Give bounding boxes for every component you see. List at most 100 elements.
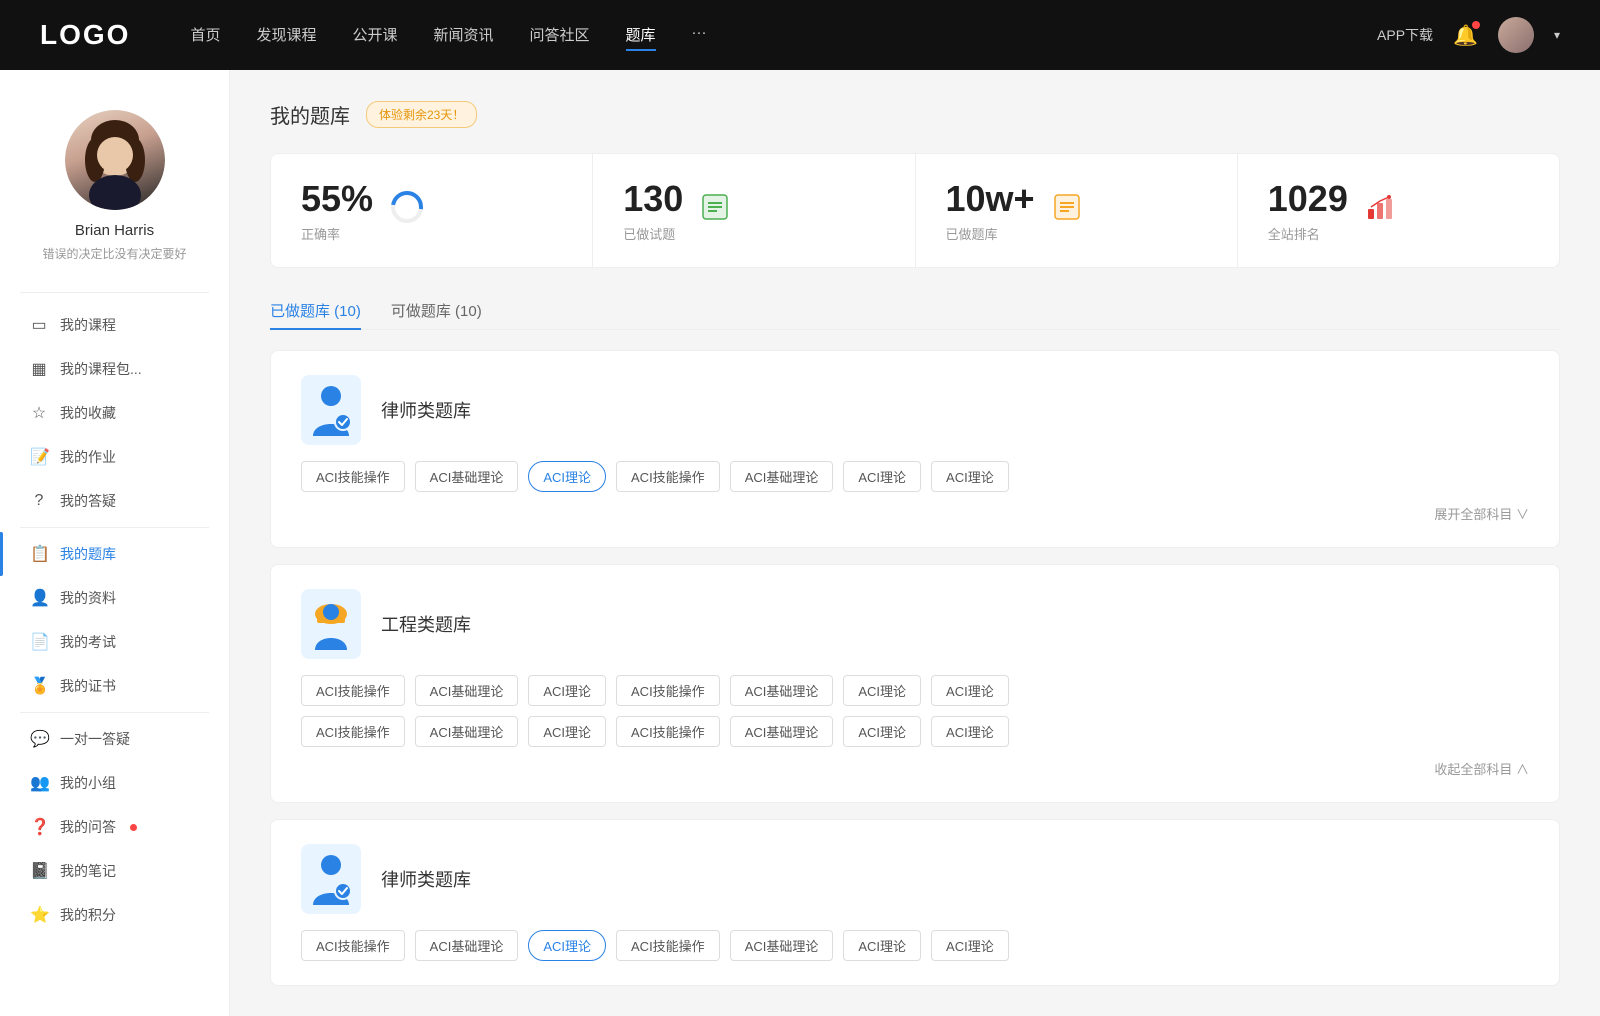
- sidebar-item-course-packages[interactable]: ▦ 我的课程包...: [0, 347, 229, 391]
- bank-tag[interactable]: ACI技能操作: [301, 716, 405, 747]
- sidebar-item-favorites[interactable]: ☆ 我的收藏: [0, 391, 229, 435]
- question-icon: ?: [30, 492, 48, 510]
- bank-tag[interactable]: ACI理论: [843, 930, 921, 961]
- sidebar-item-profile[interactable]: 👤 我的资料: [0, 576, 229, 620]
- stat-value-rank: 1029 全站排名: [1268, 178, 1348, 243]
- bank-tag[interactable]: ACI基础理论: [415, 461, 519, 492]
- questions-list-icon: [699, 191, 731, 230]
- bank-card-title-3: 律师类题库: [381, 866, 471, 892]
- bank-tag[interactable]: ACI基础理论: [415, 675, 519, 706]
- bank-tag[interactable]: ACI基础理论: [730, 675, 834, 706]
- sidebar-item-groups[interactable]: 👥 我的小组: [0, 761, 229, 805]
- nav-link-bank[interactable]: 题库: [626, 20, 656, 51]
- bank-tag[interactable]: ACI技能操作: [301, 461, 405, 492]
- sidebar-item-label: 我的课程: [60, 315, 116, 335]
- sidebar-item-exam[interactable]: 📄 我的考试: [0, 620, 229, 664]
- collapse-button[interactable]: 收起全部科目 ∧: [1434, 759, 1529, 778]
- expand-button-1[interactable]: 展开全部科目 ∨: [1434, 504, 1529, 523]
- stats-row: 55% 正确率 130 已做试题: [270, 153, 1560, 268]
- bank-tag[interactable]: ACI基础理论: [415, 716, 519, 747]
- profile-icon: 👤: [30, 588, 48, 608]
- nav-avatar[interactable]: [1498, 17, 1534, 53]
- courses-icon: ▭: [30, 315, 48, 335]
- bank-tag[interactable]: ACI理论: [931, 716, 1009, 747]
- star-icon: ☆: [30, 403, 48, 423]
- main-content: 我的题库 体验剩余23天！ 55% 正确率: [230, 70, 1600, 1016]
- bank-tag-selected[interactable]: ACI理论: [528, 461, 606, 492]
- sidebar-item-label: 我的作业: [60, 447, 116, 467]
- sidebar-divider-2: [20, 527, 209, 528]
- nav-link-qa[interactable]: 问答社区: [530, 20, 590, 51]
- nav-bell-button[interactable]: 🔔: [1453, 23, 1478, 48]
- nav-bar: LOGO 首页 发现课程 公开课 新闻资讯 问答社区 题库 ··· APP下载 …: [0, 0, 1600, 70]
- stat-value-questions: 130 已做试题: [623, 178, 683, 243]
- sidebar-item-homework[interactable]: 📝 我的作业: [0, 435, 229, 479]
- tabs: 已做题库 (10) 可做题库 (10): [270, 292, 1560, 330]
- bank-tag[interactable]: ACI技能操作: [301, 930, 405, 961]
- bank-tag[interactable]: ACI技能操作: [616, 930, 720, 961]
- bank-tag[interactable]: ACI技能操作: [616, 675, 720, 706]
- nav-dropdown-arrow[interactable]: ▾: [1554, 28, 1560, 42]
- bank-tag[interactable]: ACI基础理论: [730, 461, 834, 492]
- bank-tags-row-2a: ACI技能操作 ACI基础理论 ACI理论 ACI技能操作 ACI基础理论 AC…: [301, 675, 1529, 706]
- sidebar-item-certificate[interactable]: 🏅 我的证书: [0, 664, 229, 708]
- bank-tag[interactable]: ACI基础理论: [415, 930, 519, 961]
- stat-value-banks: 10w+ 已做题库: [946, 178, 1035, 243]
- sidebar-item-label: 我的收藏: [60, 403, 116, 423]
- bank-tag[interactable]: ACI技能操作: [301, 675, 405, 706]
- bank-tag[interactable]: ACI理论: [931, 675, 1009, 706]
- sidebar-item-points[interactable]: ⭐ 我的积分: [0, 893, 229, 937]
- nav-link-open[interactable]: 公开课: [352, 20, 397, 51]
- page-header: 我的题库 体验剩余23天！: [270, 100, 1560, 129]
- sidebar-item-questions[interactable]: ? 我的答疑: [0, 479, 229, 523]
- bank-tag[interactable]: ACI基础理论: [730, 930, 834, 961]
- sidebar-item-label: 一对一答疑: [60, 729, 130, 749]
- sidebar-item-label: 我的问答: [60, 817, 116, 837]
- bank-tag[interactable]: ACI技能操作: [616, 716, 720, 747]
- sidebar-item-notes[interactable]: 📓 我的笔记: [0, 849, 229, 893]
- bank-tag[interactable]: ACI理论: [843, 675, 921, 706]
- nav-link-home[interactable]: 首页: [190, 20, 220, 51]
- sidebar-item-label: 我的资料: [60, 588, 116, 608]
- bank-card-engineer: 工程类题库 ACI技能操作 ACI基础理论 ACI理论 ACI技能操作 ACI基…: [270, 564, 1560, 803]
- sidebar-menu: ▭ 我的课程 ▦ 我的课程包... ☆ 我的收藏 📝 我的作业 ? 我的答疑 📋: [0, 303, 229, 937]
- bank-tag[interactable]: ACI技能操作: [616, 461, 720, 492]
- bank-tag[interactable]: ACI理论: [931, 930, 1009, 961]
- bank-tags-row-1: ACI技能操作 ACI基础理论 ACI理论 ACI技能操作 ACI基础理论 AC…: [301, 461, 1529, 492]
- sidebar-item-bank[interactable]: 📋 我的题库: [0, 532, 229, 576]
- bank-tag[interactable]: ACI理论: [843, 716, 921, 747]
- nav-links: 首页 发现课程 公开课 新闻资讯 问答社区 题库 ···: [190, 20, 1377, 51]
- sidebar-item-label: 我的题库: [60, 544, 116, 564]
- sidebar-profile: Brian Harris 错误的决定比没有决定要好: [0, 70, 229, 282]
- sidebar-item-tutoring[interactable]: 💬 一对一答疑: [0, 717, 229, 761]
- bank-tag[interactable]: ACI理论: [931, 461, 1009, 492]
- bank-type-icon-engineer: [301, 589, 361, 659]
- exam-icon: 📄: [30, 632, 48, 652]
- page-layout: Brian Harris 错误的决定比没有决定要好 ▭ 我的课程 ▦ 我的课程包…: [0, 70, 1600, 1016]
- bank-tag[interactable]: ACI理论: [528, 675, 606, 706]
- nav-right: APP下载 🔔 ▾: [1377, 17, 1560, 53]
- banks-icon: [1051, 191, 1083, 230]
- tab-available-banks[interactable]: 可做题库 (10): [391, 292, 482, 329]
- packages-icon: ▦: [30, 359, 48, 379]
- nav-link-news[interactable]: 新闻资讯: [434, 20, 494, 51]
- nav-app-download[interactable]: APP下载: [1377, 25, 1433, 45]
- stat-done-banks: 10w+ 已做题库: [916, 154, 1238, 267]
- nav-link-more[interactable]: ···: [692, 20, 707, 51]
- bank-tags-row-3: ACI技能操作 ACI基础理论 ACI理论 ACI技能操作 ACI基础理论 AC…: [301, 930, 1529, 961]
- bank-tag[interactable]: ACI理论: [843, 461, 921, 492]
- sidebar-item-label: 我的笔记: [60, 861, 116, 881]
- nav-link-discover[interactable]: 发现课程: [256, 20, 316, 51]
- bank-tag[interactable]: ACI基础理论: [730, 716, 834, 747]
- groups-icon: 👥: [30, 773, 48, 793]
- bank-tag-selected[interactable]: ACI理论: [528, 930, 606, 961]
- qa-dot: [130, 824, 137, 831]
- sidebar-item-label: 我的考试: [60, 632, 116, 652]
- tab-done-banks[interactable]: 已做题库 (10): [270, 292, 361, 329]
- bank-card-header-engineer: 工程类题库: [301, 589, 1529, 659]
- bank-tag[interactable]: ACI理论: [528, 716, 606, 747]
- sidebar-item-my-qa[interactable]: ❓ 我的问答: [0, 805, 229, 849]
- stat-value-accuracy: 55% 正确率: [301, 178, 373, 243]
- sidebar-item-my-courses[interactable]: ▭ 我的课程: [0, 303, 229, 347]
- avatar: [65, 110, 165, 210]
